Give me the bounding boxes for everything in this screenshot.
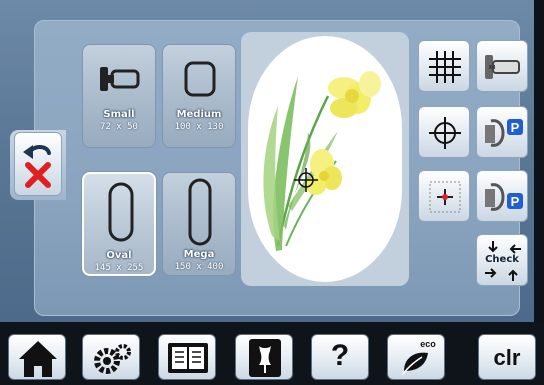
hoop-oval-dimensions: 145 x 255 [94,263,144,273]
hoop-small-label: Small [103,109,135,120]
mega-hoop-icon [188,178,212,246]
daffodil-design-image [263,71,381,251]
cancel-x-icon [25,162,51,188]
tutorial-book-icon [168,343,208,373]
grid-button[interactable] [418,40,470,92]
free-arm-hoop-icon [100,67,140,91]
settings-button[interactable] [82,334,140,380]
center-button[interactable] [418,106,470,158]
settings-gears-icon [94,344,131,374]
hoop-preview[interactable] [248,36,402,282]
park-position-icon: P [485,119,523,147]
check-label: Check [485,254,519,265]
park-position-icon: P [485,183,523,211]
home-icon [19,341,57,377]
hoop-small-dimensions: 72 x 50 [100,122,138,132]
oval-hoop-icon [108,182,134,242]
hoop-mega-label: Mega [183,249,215,260]
eco-button[interactable]: eco [387,334,445,380]
park-badge-label: P [511,120,520,135]
tutorial-button[interactable] [158,334,216,380]
check-button[interactable]: Check [476,234,528,286]
grid-icon [429,51,461,83]
hoop-mega-dimensions: 150 x 400 [174,262,224,272]
help-label: ? [330,339,350,372]
hoop-medium-dimensions: 100 x 130 [174,122,224,132]
medium-hoop-icon [184,61,216,97]
hoop-side-button[interactable] [476,40,528,92]
clear-button[interactable]: clr [478,334,536,380]
hoop-mega-button[interactable]: Mega 150 x 400 [162,172,236,276]
move-to-center-button[interactable] [418,170,470,222]
park-position-button-1[interactable]: P [476,106,528,158]
park-position-button-2[interactable]: P [476,170,528,222]
center-move-icon [429,181,461,213]
crosshair-icon [429,117,461,149]
home-button[interactable] [8,334,66,380]
flower-head-top [328,71,381,118]
hoop-medium-button[interactable]: Medium 100 x 130 [162,44,236,148]
creative-consultant-button[interactable] [235,334,293,380]
eco-label: eco [420,339,436,349]
hoop-side-icon [485,55,520,79]
park-badge-label: P [511,194,520,209]
hoop-oval-button[interactable]: Oval 145 x 255 [82,172,156,276]
undo-arrow-icon [23,145,51,159]
dress-form-icon [249,339,281,377]
hoop-medium-label: Medium [176,109,222,120]
hoop-small-button[interactable]: Small 72 x 50 [82,44,156,148]
hoop-oval-label: Oval [106,250,132,261]
help-button[interactable]: ? [311,334,369,380]
back-cancel-button[interactable] [14,132,62,196]
clear-label: clr [493,345,521,370]
eco-leaf-icon: eco [401,339,436,376]
